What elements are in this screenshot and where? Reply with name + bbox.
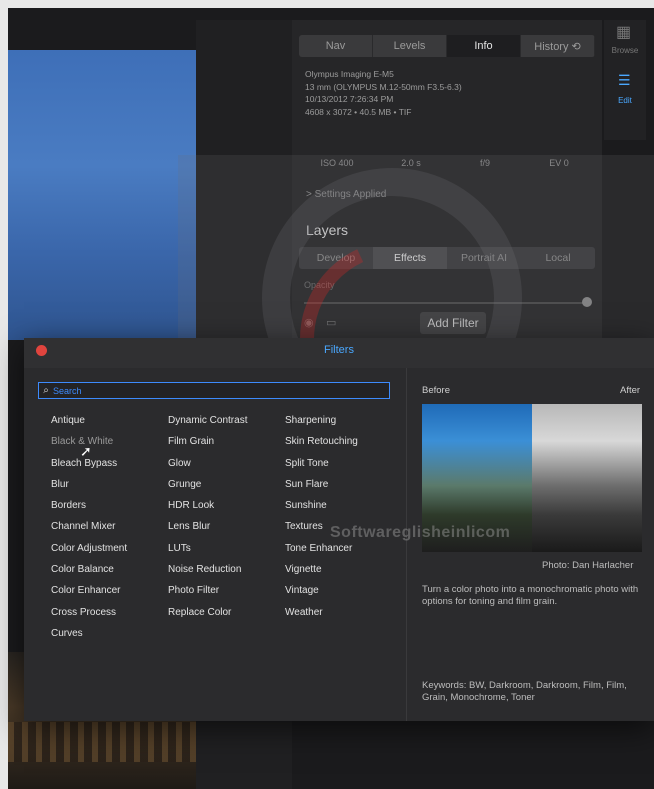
module-toolbar: ▦ Browse ☰ Edit [604,20,646,140]
tab-info[interactable]: Info [447,35,521,57]
metadata-info: Olympus Imaging E-M5 13 mm (OLYMPUS M.12… [305,68,462,118]
search-box: ⌕ [38,382,390,399]
filter-item[interactable]: Antique [51,410,127,431]
ev-value: EV 0 [549,158,569,168]
filter-item[interactable]: Borders [51,495,127,516]
lens-info: 13 mm (OLYMPUS M.12-50mm F3.5-6.3) [305,81,462,92]
before-label: Before [422,385,450,396]
filter-item[interactable]: Weather [285,602,358,623]
panel-divider [406,368,407,721]
photo-preview-top [8,50,196,340]
filter-item[interactable]: Film Grain [168,431,247,452]
tab-portrait-ai[interactable]: Portrait AI [447,247,521,269]
nav-tabs: Nav Levels Info History ⟲ [299,35,595,57]
file-info: 4608 x 3072 • 40.5 MB • TIF [305,106,412,117]
tab-nav[interactable]: Nav [299,35,373,57]
filter-item[interactable]: Sun Flare [285,474,358,495]
filter-item[interactable]: Sunshine [285,495,358,516]
shutter-value: 2.0 s [401,158,421,168]
tab-develop[interactable]: Develop [299,247,373,269]
aperture-value: f/9 [479,158,490,168]
filter-item[interactable]: Vintage [285,580,358,601]
filter-column-2: Dynamic Contrast Film Grain Glow Grunge … [168,410,247,623]
filter-item[interactable]: LUTs [168,538,247,559]
filter-item[interactable]: Vignette [285,559,358,580]
tab-effects[interactable]: Effects [373,247,447,269]
camera-model: Olympus Imaging E-M5 [305,69,394,79]
filter-item[interactable]: Textures [285,516,358,537]
after-label: After [620,385,641,396]
opacity-slider-handle[interactable] [582,297,592,307]
search-icon: ⌕ [43,385,49,396]
filter-item[interactable]: Glow [168,453,247,474]
dialog-title: Filters [324,344,354,356]
filter-item[interactable]: Tone Enhancer [285,538,358,559]
search-input[interactable] [53,385,389,396]
filter-item[interactable]: Grunge [168,474,247,495]
preview-before [422,404,532,552]
filter-item[interactable]: Skin Retouching [285,431,358,452]
filter-item[interactable]: Lens Blur [168,516,247,537]
filter-item[interactable]: Color Enhancer [51,580,127,601]
filter-item[interactable]: Color Balance [51,559,127,580]
capture-date: 10/13/2012 7:26:34 PM [305,94,394,104]
photo-credit: Photo: Dan Harlacher [542,560,634,571]
settings-applied-toggle[interactable]: > Settings Applied [306,189,386,200]
mask-icon[interactable]: ▭ [326,316,336,329]
filter-item[interactable]: Sharpening [285,410,358,431]
window-top-edge [0,0,654,8]
filter-item[interactable]: Split Tone [285,453,358,474]
browse-icon[interactable]: ▦ [616,22,631,42]
tab-levels[interactable]: Levels [373,35,447,57]
tab-local[interactable]: Local [521,247,595,269]
filter-item[interactable]: Dynamic Contrast [168,410,247,431]
browse-label[interactable]: Browse [604,46,646,55]
layers-title: Layers [306,222,349,238]
window-left-edge [0,0,8,789]
filter-item[interactable]: Blur [51,474,127,495]
filter-column-3: Sharpening Skin Retouching Split Tone Su… [285,410,358,623]
exposure-stats: ISO 400 2.0 s f/9 EV 0 [300,158,596,168]
edit-icon[interactable]: ☰ [618,72,631,89]
add-filter-button[interactable]: Add Filter [420,312,486,334]
filter-item[interactable]: Channel Mixer [51,516,127,537]
filter-preview-image [422,404,642,552]
filter-item[interactable]: Cross Process [51,602,127,623]
edit-label[interactable]: Edit [604,96,646,105]
filter-description: Turn a color photo into a monochromatic … [422,584,639,607]
filter-item[interactable]: Replace Color [168,602,247,623]
opacity-slider[interactable] [304,302,590,304]
filter-keywords: Keywords: BW, Darkroom, Darkroom, Film, … [422,680,627,703]
filter-item[interactable]: Curves [51,623,127,644]
layer-tabs: Develop Effects Portrait AI Local [299,247,595,269]
filter-item[interactable]: HDR Look [168,495,247,516]
filter-item[interactable]: Photo Filter [168,580,247,601]
filter-item[interactable]: Color Adjustment [51,538,127,559]
opacity-label: Opacity [304,280,335,290]
filter-item[interactable]: Noise Reduction [168,559,247,580]
tab-history[interactable]: History ⟲ [521,35,595,57]
iso-value: ISO 400 [320,158,354,168]
eye-icon[interactable]: ◉ [304,316,314,329]
filters-dialog: Filters ⌕ Antique Black & White Bleach B… [24,338,654,721]
mouse-cursor-icon: ➚ [80,443,92,459]
preview-after [532,404,642,552]
